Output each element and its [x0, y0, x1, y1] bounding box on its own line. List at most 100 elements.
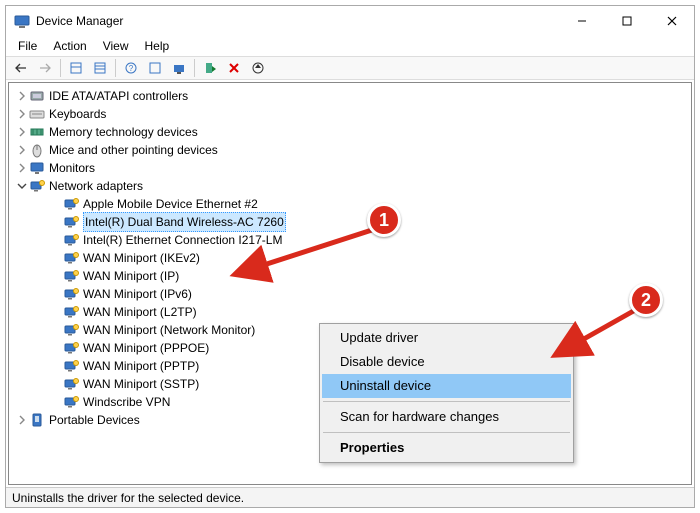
tree-category[interactable]: Mice and other pointing devices [9, 141, 691, 159]
tree-label: Intel(R) Dual Band Wireless-AC 7260 [83, 212, 286, 232]
network-adapter-icon [63, 376, 79, 392]
toolbar-icon[interactable] [65, 58, 87, 78]
ctx-properties[interactable]: Properties [322, 436, 571, 460]
tree-device[interactable]: Intel(R) Ethernet Connection I217-LM [9, 231, 691, 249]
chevron-icon[interactable] [15, 161, 29, 175]
memory-icon [29, 124, 45, 140]
menu-help[interactable]: Help [137, 37, 178, 55]
statusbar: Uninstalls the driver for the selected d… [6, 487, 694, 507]
network-adapter-icon [63, 286, 79, 302]
tree-spacer [49, 197, 63, 211]
network-icon [29, 178, 45, 194]
device-manager-window: Device Manager File Action View Help ? I… [5, 5, 695, 508]
tree-label: Keyboards [49, 105, 106, 123]
tree-device[interactable]: Apple Mobile Device Ethernet #2 [9, 195, 691, 213]
window-title: Device Manager [36, 14, 559, 28]
minimize-button[interactable] [559, 6, 604, 36]
menu-view[interactable]: View [95, 37, 137, 55]
annotation-badge-2: 2 [629, 283, 663, 317]
network-adapter-icon [63, 214, 79, 230]
tree-spacer [49, 305, 63, 319]
network-adapter-icon [63, 358, 79, 374]
enable-icon[interactable] [199, 58, 221, 78]
tree-device[interactable]: Intel(R) Dual Band Wireless-AC 7260 [9, 213, 691, 231]
portable-icon [29, 412, 45, 428]
ctx-update-driver[interactable]: Update driver [322, 326, 571, 350]
context-menu: Update driver Disable device Uninstall d… [319, 323, 574, 463]
maximize-button[interactable] [604, 6, 649, 36]
tree-label: WAN Miniport (Network Monitor) [83, 321, 255, 339]
tree-spacer [49, 323, 63, 337]
network-adapter-icon [63, 322, 79, 338]
tree-label: IDE ATA/ATAPI controllers [49, 87, 188, 105]
tree-device[interactable]: WAN Miniport (IKEv2) [9, 249, 691, 267]
tree-device[interactable]: WAN Miniport (IPv6) [9, 285, 691, 303]
tree-spacer [49, 287, 63, 301]
update-icon[interactable] [247, 58, 269, 78]
help-icon[interactable]: ? [120, 58, 142, 78]
tree-label: WAN Miniport (PPTP) [83, 357, 199, 375]
tree-category[interactable]: Network adapters [9, 177, 691, 195]
back-button[interactable] [10, 58, 32, 78]
ctx-uninstall-device[interactable]: Uninstall device [322, 374, 571, 398]
mouse-icon [29, 142, 45, 158]
app-icon [14, 13, 30, 29]
chevron-icon[interactable] [15, 179, 29, 193]
close-button[interactable] [649, 6, 694, 36]
network-adapter-icon [63, 394, 79, 410]
tree-category[interactable]: Memory technology devices [9, 123, 691, 141]
network-adapter-icon [63, 232, 79, 248]
titlebar: Device Manager [6, 6, 694, 36]
ctx-separator [323, 401, 570, 402]
tree-label: Memory technology devices [49, 123, 198, 141]
chevron-icon[interactable] [15, 143, 29, 157]
tree-label: Monitors [49, 159, 95, 177]
keyboard-icon [29, 106, 45, 122]
tree-label: WAN Miniport (IPv6) [83, 285, 192, 303]
tree-spacer [49, 215, 63, 229]
network-adapter-icon [63, 268, 79, 284]
status-text: Uninstalls the driver for the selected d… [12, 491, 244, 505]
uninstall-icon[interactable] [223, 58, 245, 78]
chevron-icon[interactable] [15, 413, 29, 427]
toolbar-icon[interactable] [144, 58, 166, 78]
menu-file[interactable]: File [10, 37, 45, 55]
ide-icon [29, 88, 45, 104]
menu-action[interactable]: Action [45, 37, 94, 55]
tree-label: Apple Mobile Device Ethernet #2 [83, 195, 258, 213]
tree-category[interactable]: IDE ATA/ATAPI controllers [9, 87, 691, 105]
chevron-icon[interactable] [15, 89, 29, 103]
device-tree-panel: IDE ATA/ATAPI controllersKeyboardsMemory… [8, 82, 692, 485]
tree-label: Windscribe VPN [83, 393, 170, 411]
toolbar: ? [6, 56, 694, 80]
tree-label: WAN Miniport (SSTP) [83, 375, 199, 393]
chevron-icon[interactable] [15, 125, 29, 139]
tree-device[interactable]: WAN Miniport (IP) [9, 267, 691, 285]
svg-text:?: ? [129, 64, 134, 73]
toolbar-icon[interactable] [89, 58, 111, 78]
tree-spacer [49, 269, 63, 283]
tree-spacer [49, 251, 63, 265]
tree-spacer [49, 341, 63, 355]
tree-label: WAN Miniport (PPPOE) [83, 339, 209, 357]
network-adapter-icon [63, 250, 79, 266]
annotation-badge-1: 1 [367, 203, 401, 237]
tree-label: Intel(R) Ethernet Connection I217-LM [83, 231, 282, 249]
tree-spacer [49, 377, 63, 391]
scan-hardware-icon[interactable] [168, 58, 190, 78]
ctx-separator [323, 432, 570, 433]
tree-category[interactable]: Monitors [9, 159, 691, 177]
tree-label: WAN Miniport (L2TP) [83, 303, 197, 321]
tree-label: WAN Miniport (IKEv2) [83, 249, 200, 267]
network-adapter-icon [63, 304, 79, 320]
tree-label: Network adapters [49, 177, 143, 195]
tree-spacer [49, 359, 63, 373]
forward-button[interactable] [34, 58, 56, 78]
tree-category[interactable]: Keyboards [9, 105, 691, 123]
network-adapter-icon [63, 196, 79, 212]
chevron-icon[interactable] [15, 107, 29, 121]
ctx-disable-device[interactable]: Disable device [322, 350, 571, 374]
tree-label: Portable Devices [49, 411, 140, 429]
tree-device[interactable]: WAN Miniport (L2TP) [9, 303, 691, 321]
ctx-scan-hardware[interactable]: Scan for hardware changes [322, 405, 571, 429]
